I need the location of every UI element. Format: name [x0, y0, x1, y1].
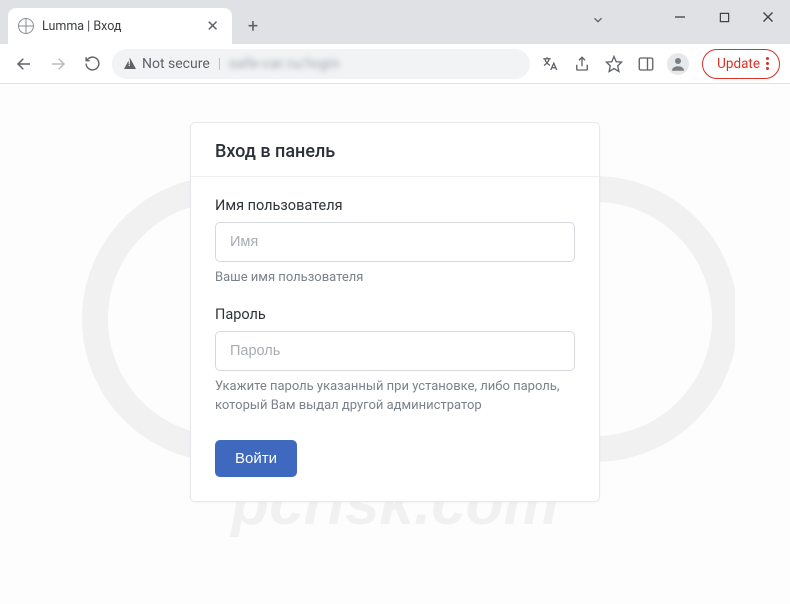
toolbar-right-icons: Update: [536, 49, 780, 79]
update-label: Update: [717, 56, 760, 72]
avatar-icon: [667, 53, 689, 75]
address-divider: |: [218, 56, 221, 72]
tab-bar: Lumma | Вход ✕ +: [0, 0, 790, 44]
browser-toolbar: Not secure | safe-car.ru/login Update: [0, 44, 790, 84]
browser-tab[interactable]: Lumma | Вход ✕: [8, 8, 232, 44]
reload-button[interactable]: [78, 50, 106, 78]
back-button[interactable]: [10, 50, 38, 78]
url-text: safe-car.ru/login: [229, 56, 340, 72]
tab-title: Lumma | Вход: [42, 19, 195, 34]
maximize-button[interactable]: [702, 0, 746, 34]
login-card: Вход в панель Имя пользователя Ваше имя …: [190, 122, 600, 502]
close-tab-icon[interactable]: ✕: [203, 17, 222, 35]
username-input[interactable]: [215, 222, 575, 262]
new-tab-button[interactable]: +: [238, 11, 268, 41]
minimize-button[interactable]: [658, 0, 702, 34]
not-secure-warning: Not secure: [124, 56, 210, 72]
bookmark-icon[interactable]: [600, 50, 628, 78]
window-controls: [658, 0, 790, 34]
username-group: Имя пользователя Ваше имя пользователя: [215, 197, 575, 288]
password-label: Пароль: [215, 306, 575, 323]
submit-button[interactable]: Войти: [215, 440, 297, 477]
side-panel-icon[interactable]: [632, 50, 660, 78]
password-help: Укажите пароль указанный при установке, …: [215, 378, 575, 416]
username-label: Имя пользователя: [215, 197, 575, 214]
card-body: Имя пользователя Ваше имя пользователя П…: [191, 177, 599, 501]
not-secure-label: Not secure: [142, 56, 210, 72]
username-help: Ваше имя пользователя: [215, 269, 575, 288]
globe-icon: [18, 18, 34, 34]
password-group: Пароль Укажите пароль указанный при уста…: [215, 306, 575, 416]
forward-button[interactable]: [44, 50, 72, 78]
password-input[interactable]: [215, 331, 575, 371]
menu-dots-icon: [766, 57, 769, 70]
page-content: pcrisk.com Вход в панель Имя пользовател…: [0, 84, 790, 604]
close-window-button[interactable]: [746, 0, 790, 34]
update-button[interactable]: Update: [702, 49, 780, 79]
card-title: Вход в панель: [191, 123, 599, 177]
chevron-down-icon[interactable]: [591, 12, 605, 31]
translate-icon[interactable]: [536, 50, 564, 78]
warning-icon: [124, 58, 136, 69]
address-bar[interactable]: Not secure | safe-car.ru/login: [112, 49, 530, 79]
share-icon[interactable]: [568, 50, 596, 78]
profile-button[interactable]: [664, 50, 692, 78]
